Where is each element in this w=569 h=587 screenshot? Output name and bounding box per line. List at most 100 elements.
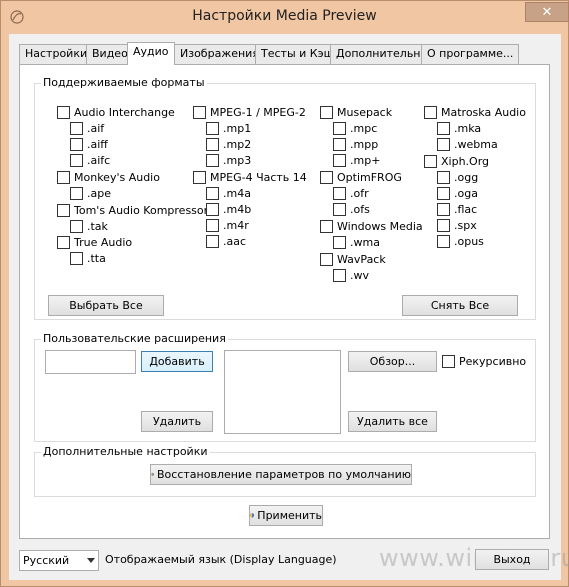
checkbox-box[interactable]	[333, 121, 346, 135]
checkbox-ext-aiff[interactable]: .aiff	[70, 137, 108, 151]
checkbox-ext-mp1[interactable]: .mp1	[206, 121, 251, 135]
checkbox-box[interactable]	[70, 251, 83, 265]
checkbox-ext-aac[interactable]: .aac	[206, 234, 246, 248]
checkbox-box[interactable]	[437, 121, 450, 135]
select-all-button[interactable]: Выбрать Все	[48, 295, 164, 316]
checkbox-ext-ape[interactable]: .ape	[70, 186, 111, 200]
apply-button[interactable]: Применить	[249, 505, 323, 526]
tab-images[interactable]: Изображения	[174, 44, 265, 64]
checkbox-ext-ofr[interactable]: .ofr	[333, 186, 369, 200]
checkbox-box[interactable]	[320, 170, 333, 184]
checkbox-ext-aifc[interactable]: .aifc	[70, 153, 110, 167]
checkbox-box[interactable]	[333, 153, 346, 167]
tab-tests-cache[interactable]: Тесты и Кэш	[255, 44, 340, 64]
checkbox-box[interactable]	[320, 105, 333, 119]
restore-defaults-button[interactable]: Восстановление параметров по умолчанию	[150, 464, 412, 485]
checkbox-matroska-audio[interactable]: Matroska Audio	[424, 105, 526, 119]
close-button[interactable]: ✕	[525, 2, 569, 22]
checkbox-box[interactable]	[206, 121, 219, 135]
checkbox-ext-tak[interactable]: .tak	[70, 219, 108, 233]
checkbox-mpeg4-part14[interactable]: MPEG-4 Часть 14	[193, 170, 307, 184]
checkbox-box[interactable]	[193, 170, 206, 184]
checkbox-box[interactable]	[437, 202, 450, 216]
checkbox-box[interactable]	[206, 218, 219, 232]
checkbox-ext-tta[interactable]: .tta	[70, 251, 106, 265]
extension-input[interactable]	[45, 350, 136, 374]
checkbox-ext-aif[interactable]: .aif	[70, 121, 104, 135]
checkbox-musepack[interactable]: Musepack	[320, 105, 392, 119]
checkbox-monkeys-audio[interactable]: Monkey's Audio	[57, 170, 160, 184]
title-bar[interactable]: Настройки Media Preview ✕	[1, 1, 569, 34]
checkbox-ext-m4b[interactable]: .m4b	[206, 202, 251, 216]
deselect-all-button[interactable]: Снять Все	[402, 295, 518, 316]
checkbox-box[interactable]	[57, 235, 70, 249]
checkbox-box[interactable]	[424, 105, 437, 119]
checkbox-mpeg1-mpeg2[interactable]: MPEG-1 / MPEG-2	[193, 105, 306, 119]
checkbox-box[interactable]	[70, 186, 83, 200]
tab-advanced[interactable]: Дополнительно	[330, 44, 434, 64]
tab-about[interactable]: О программе...	[421, 44, 520, 64]
checkbox-box[interactable]	[333, 268, 346, 282]
checkbox-box[interactable]	[206, 202, 219, 216]
checkbox-ext-mp-plus[interactable]: .mp+	[333, 153, 380, 167]
checkbox-box[interactable]	[333, 235, 346, 249]
remove-button[interactable]: Удалить	[141, 411, 213, 432]
checkbox-box[interactable]	[70, 219, 83, 233]
checkbox-box[interactable]	[333, 202, 346, 216]
exit-button[interactable]: Выход	[475, 549, 549, 570]
checkbox-ext-flac[interactable]: .flac	[437, 202, 477, 216]
checkbox-box[interactable]	[437, 186, 450, 200]
checkbox-ext-ofs[interactable]: .ofs	[333, 202, 370, 216]
checkbox-optimfrog[interactable]: OptimFROG	[320, 170, 402, 184]
checkbox-box[interactable]	[320, 219, 333, 233]
checkbox-toms-audio-kompressor[interactable]: Tom's Audio Kompressor	[57, 203, 208, 217]
checkbox-ext-opus[interactable]: .opus	[437, 234, 484, 248]
checkbox-box[interactable]	[437, 218, 450, 232]
checkbox-ext-mp2[interactable]: .mp2	[206, 137, 251, 151]
checkbox-box[interactable]	[70, 121, 83, 135]
checkbox-audio-interchange[interactable]: Audio Interchange	[57, 105, 175, 119]
checkbox-box[interactable]	[333, 186, 346, 200]
checkbox-ext-spx[interactable]: .spx	[437, 218, 477, 232]
checkbox-box[interactable]	[206, 153, 219, 167]
checkbox-box[interactable]	[437, 170, 450, 184]
browse-button[interactable]: Обзор...	[348, 351, 437, 372]
checkbox-box[interactable]	[70, 153, 83, 167]
checkbox-ext-mpp[interactable]: .mpp	[333, 137, 378, 151]
checkbox-box[interactable]	[424, 154, 437, 168]
checkbox-box[interactable]	[333, 137, 346, 151]
checkbox-true-audio[interactable]: True Audio	[57, 235, 132, 249]
checkbox-windows-media[interactable]: Windows Media	[320, 219, 423, 233]
checkbox-ext-wma[interactable]: .wma	[333, 235, 380, 249]
checkbox-box[interactable]	[437, 234, 450, 248]
checkbox-box[interactable]	[437, 137, 450, 151]
checkbox-box[interactable]	[57, 203, 70, 217]
checkbox-ext-mpc[interactable]: .mpc	[333, 121, 377, 135]
checkbox-box[interactable]	[206, 186, 219, 200]
checkbox-ext-m4a[interactable]: .m4a	[206, 186, 251, 200]
tab-audio[interactable]: Аудио	[127, 42, 175, 65]
checkbox-xiph-org[interactable]: Xiph.Org	[424, 154, 489, 168]
checkbox-ext-ogg[interactable]: .ogg	[437, 170, 478, 184]
checkbox-box[interactable]	[442, 354, 455, 368]
checkbox-box[interactable]	[57, 105, 70, 119]
checkbox-box[interactable]	[57, 170, 70, 184]
checkbox-ext-m4r[interactable]: .m4r	[206, 218, 249, 232]
checkbox-box[interactable]	[70, 137, 83, 151]
checkbox-box[interactable]	[193, 105, 206, 119]
add-button[interactable]: Добавить	[141, 351, 213, 372]
checkbox-wavpack[interactable]: WavPack	[320, 252, 386, 266]
checkbox-box[interactable]	[320, 252, 333, 266]
tab-settings[interactable]: Настройки	[19, 44, 94, 64]
extensions-listbox[interactable]	[224, 350, 341, 434]
remove-all-button[interactable]: Удалить все	[348, 411, 437, 432]
language-select[interactable]: Русский	[19, 550, 99, 571]
checkbox-ext-mka[interactable]: .mka	[437, 121, 481, 135]
checkbox-ext-webma[interactable]: .webma	[437, 137, 498, 151]
checkbox-box[interactable]	[206, 137, 219, 151]
checkbox-ext-oga[interactable]: .oga	[437, 186, 478, 200]
checkbox-ext-wv[interactable]: .wv	[333, 268, 369, 282]
checkbox-ext-mp3[interactable]: .mp3	[206, 153, 251, 167]
checkbox-recursive[interactable]: Рекурсивно	[442, 354, 526, 368]
checkbox-box[interactable]	[206, 234, 219, 248]
